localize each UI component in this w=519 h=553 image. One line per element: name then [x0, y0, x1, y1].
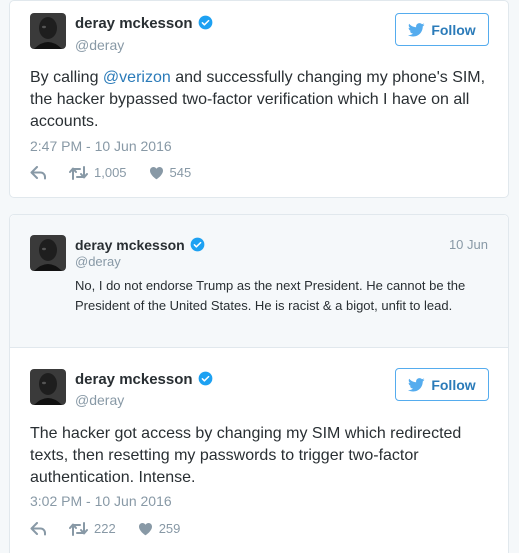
like-count: 259 — [158, 521, 181, 536]
reply-button[interactable] — [30, 165, 47, 180]
retweet-icon — [69, 165, 88, 180]
reply-icon — [30, 165, 47, 180]
display-name[interactable]: deray mckesson — [75, 15, 213, 32]
display-name[interactable]: deray mckesson — [75, 371, 213, 388]
retweet-button[interactable]: 1,005 — [69, 165, 127, 180]
timestamp[interactable]: 3:02 PM - 10 Jun 2016 — [30, 493, 172, 509]
verified-badge-icon — [198, 15, 213, 30]
quoted-tweet[interactable]: deray mckesson @deray 10 Jun No, I do no… — [10, 215, 508, 348]
tweet-actions: 1,005 545 — [30, 165, 213, 180]
reply-icon — [30, 521, 47, 536]
timestamp[interactable]: 2:47 PM - 10 Jun 2016 — [30, 138, 172, 154]
twitter-bird-icon — [408, 377, 425, 392]
twitter-bird-icon — [408, 22, 425, 37]
tweet-text: The hacker got access by changing my SIM… — [30, 425, 462, 486]
like-button[interactable]: 259 — [138, 521, 181, 536]
quoted-date[interactable]: 10 Jun — [449, 237, 488, 252]
quoted-text: No, I do not endorse Trump as the next P… — [75, 278, 466, 313]
heart-icon — [138, 522, 153, 536]
avatar[interactable] — [30, 13, 66, 49]
mention-link[interactable]: @verizon — [103, 69, 171, 86]
tweet-actions: 222 259 — [30, 521, 202, 536]
quoted-display-name[interactable]: deray mckesson — [75, 237, 205, 253]
tweet-card-1: deray mckesson @deray Follow By calling … — [9, 0, 509, 198]
retweet-count: 222 — [94, 521, 116, 536]
like-button[interactable]: 545 — [149, 165, 192, 180]
reply-button[interactable] — [30, 521, 47, 536]
retweet-icon — [69, 521, 88, 536]
tweet-text: By calling @verizon and successfully cha… — [30, 69, 486, 130]
handle[interactable]: @deray — [75, 392, 124, 408]
quoted-handle[interactable]: @deray — [75, 254, 121, 269]
heart-icon — [149, 166, 164, 180]
verified-badge-icon — [198, 371, 213, 386]
verified-badge-icon — [190, 237, 205, 252]
retweet-button[interactable]: 222 — [69, 521, 116, 536]
avatar[interactable] — [30, 369, 66, 405]
retweet-count: 1,005 — [94, 165, 127, 180]
follow-button[interactable]: Follow — [395, 13, 489, 46]
tweet-card-2: deray mckesson @deray 10 Jun No, I do no… — [9, 214, 509, 553]
like-count: 545 — [169, 165, 192, 180]
handle[interactable]: @deray — [75, 37, 124, 53]
quoted-avatar[interactable] — [30, 235, 66, 271]
follow-button[interactable]: Follow — [395, 368, 489, 401]
